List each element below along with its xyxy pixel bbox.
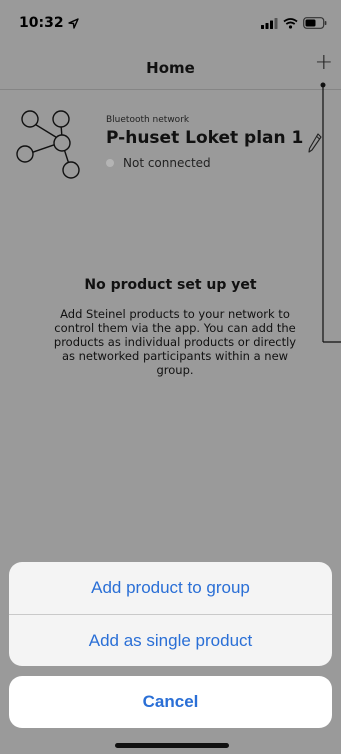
empty-state-description: Add Steinel products to your network to … bbox=[53, 307, 297, 377]
battery-icon bbox=[303, 17, 327, 29]
network-name: P-huset Loket plan 1 bbox=[106, 128, 304, 148]
connection-status-text: Not connected bbox=[123, 156, 211, 170]
pencil-icon[interactable] bbox=[307, 132, 323, 154]
status-time: 10:32 bbox=[19, 15, 64, 31]
cancel-button[interactable]: Cancel bbox=[9, 676, 332, 728]
add-single-product-button[interactable]: Add as single product bbox=[9, 614, 332, 666]
empty-state-title: No product set up yet bbox=[84, 277, 257, 293]
status-time-group: 10:32 bbox=[19, 15, 79, 31]
plus-icon[interactable]: + bbox=[315, 52, 333, 74]
action-sheet: Add product to group Add as single produ… bbox=[9, 562, 332, 666]
home-indicator[interactable] bbox=[115, 743, 229, 748]
network-type-label: Bluetooth network bbox=[106, 115, 190, 125]
page-title: Home bbox=[146, 59, 195, 77]
signal-icon bbox=[261, 17, 278, 29]
add-product-to-group-button[interactable]: Add product to group bbox=[9, 562, 332, 614]
status-icons bbox=[261, 17, 327, 29]
nav-bar: Home + bbox=[0, 46, 341, 90]
wifi-icon bbox=[283, 17, 298, 29]
status-dot bbox=[106, 159, 114, 167]
location-arrow-icon bbox=[67, 17, 79, 29]
connection-status: Not connected bbox=[106, 156, 211, 170]
network-graph-icon bbox=[16, 110, 80, 179]
network-card[interactable]: Bluetooth network P-huset Loket plan 1 N… bbox=[0, 90, 341, 190]
status-bar: 10:32 bbox=[0, 0, 341, 46]
